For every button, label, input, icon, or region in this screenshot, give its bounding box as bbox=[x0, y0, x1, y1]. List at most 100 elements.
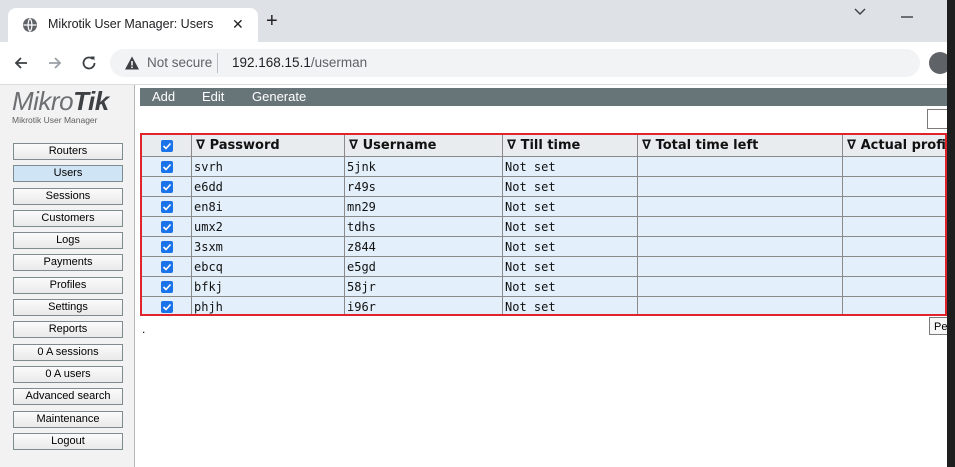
cell-till-time: Not set bbox=[502, 296, 638, 314]
cell-actual-profile bbox=[842, 296, 945, 314]
cell-password: phjh bbox=[191, 296, 345, 314]
security-label[interactable]: Not secure bbox=[147, 55, 212, 70]
footer-dot: . bbox=[142, 322, 146, 336]
sidebar: MikroTik Mikrotik User Manager Routers U… bbox=[0, 85, 135, 467]
cell-till-time: Not set bbox=[502, 256, 638, 277]
browser-window: Mikrotik User Manager: Users ✕ + Not sec… bbox=[0, 0, 947, 467]
reload-icon[interactable] bbox=[80, 54, 98, 72]
users-table: ∇ Password ∇ Username ∇ Till time ∇ Tota… bbox=[142, 135, 945, 314]
add-button[interactable]: Add bbox=[152, 89, 175, 104]
profile-avatar[interactable] bbox=[929, 52, 947, 74]
generate-button[interactable]: Generate bbox=[252, 89, 306, 104]
sidebar-item-settings[interactable]: Settings bbox=[13, 299, 123, 317]
cell-username[interactable]: mn29 bbox=[344, 196, 503, 217]
sidebar-item-active-sessions[interactable]: 0 A sessions bbox=[13, 343, 123, 361]
table-row[interactable]: e6dd r49s Not set bbox=[142, 176, 945, 197]
tab-close-icon[interactable]: ✕ bbox=[232, 16, 244, 33]
forward-arrow-icon[interactable] bbox=[46, 54, 64, 72]
sidebar-item-active-users[interactable]: 0 A users bbox=[13, 365, 123, 383]
sidebar-item-customers[interactable]: Customers bbox=[13, 209, 123, 227]
row-checkbox[interactable] bbox=[142, 276, 192, 297]
cell-total-time-left bbox=[637, 236, 843, 257]
select-all-checkbox[interactable] bbox=[142, 135, 192, 157]
cell-username[interactable]: 5jnk bbox=[344, 156, 503, 177]
new-tab-button[interactable]: + bbox=[266, 11, 278, 31]
column-header-actual-profile[interactable]: ∇ Actual profile bbox=[842, 135, 945, 157]
cell-username[interactable]: z844 bbox=[344, 236, 503, 257]
table-row[interactable]: 3sxm z844 Not set bbox=[142, 236, 945, 257]
tab-title: Mikrotik User Manager: Users bbox=[48, 17, 214, 31]
checkbox-checked-icon[interactable] bbox=[160, 281, 173, 293]
cell-username[interactable]: r49s bbox=[344, 176, 503, 197]
sidebar-item-advanced-search[interactable]: Advanced search bbox=[13, 388, 123, 406]
row-checkbox[interactable] bbox=[142, 256, 192, 277]
cell-till-time: Not set bbox=[502, 216, 638, 237]
cell-till-time: Not set bbox=[502, 276, 638, 297]
row-checkbox[interactable] bbox=[142, 216, 192, 237]
table-header-row: ∇ Password ∇ Username ∇ Till time ∇ Tota… bbox=[142, 135, 945, 157]
cell-till-time: Not set bbox=[502, 176, 638, 197]
row-checkbox[interactable] bbox=[142, 156, 192, 177]
sidebar-item-maintenance[interactable]: Maintenance bbox=[13, 410, 123, 428]
table-row[interactable]: bfkj 58jr Not set bbox=[142, 276, 945, 297]
column-header-till-time[interactable]: ∇ Till time bbox=[502, 135, 638, 157]
cell-username[interactable]: tdhs bbox=[344, 216, 503, 237]
logo-light-text: Mikro bbox=[12, 86, 74, 116]
checkbox-checked-icon[interactable] bbox=[160, 161, 173, 173]
checkbox-checked-icon[interactable] bbox=[160, 261, 173, 273]
logo-subtitle: Mikrotik User Manager bbox=[12, 115, 98, 125]
main-content: Add Edit Generate ∇ Password ∇ Username … bbox=[140, 85, 947, 467]
table-row[interactable]: umx2 tdhs Not set bbox=[142, 216, 945, 237]
cell-total-time-left bbox=[637, 276, 843, 297]
url-text[interactable]: 192.168.15.1/userman bbox=[232, 55, 367, 70]
column-header-password[interactable]: ∇ Password bbox=[191, 135, 345, 157]
sidebar-item-reports[interactable]: Reports bbox=[13, 321, 123, 339]
table-row[interactable]: ebcq e5gd Not set bbox=[142, 256, 945, 277]
table-row[interactable]: en8i mn29 Not set bbox=[142, 196, 945, 217]
sidebar-item-routers[interactable]: Routers bbox=[13, 143, 123, 160]
tab-search-chevron-icon[interactable] bbox=[852, 6, 868, 18]
cell-username[interactable]: 58jr bbox=[344, 276, 503, 297]
cell-actual-profile bbox=[842, 256, 945, 277]
sidebar-item-payments[interactable]: Payments bbox=[13, 254, 123, 272]
table-row[interactable]: phjh i96r Not set bbox=[142, 296, 945, 314]
column-header-total-time-left[interactable]: ∇ Total time left bbox=[637, 135, 843, 157]
row-checkbox[interactable] bbox=[142, 236, 192, 257]
cell-total-time-left bbox=[637, 176, 843, 197]
back-arrow-icon[interactable] bbox=[12, 54, 30, 72]
cell-username[interactable]: e5gd bbox=[344, 256, 503, 277]
row-checkbox[interactable] bbox=[142, 196, 192, 217]
minimize-icon[interactable] bbox=[900, 8, 914, 22]
cell-total-time-left bbox=[637, 196, 843, 217]
checkbox-checked-icon[interactable] bbox=[160, 241, 173, 253]
filter-input[interactable] bbox=[927, 109, 947, 129]
checkbox-checked-icon[interactable] bbox=[160, 301, 173, 313]
cell-total-time-left bbox=[637, 156, 843, 177]
cell-actual-profile bbox=[842, 196, 945, 217]
checkbox-checked-icon[interactable] bbox=[160, 201, 173, 213]
cell-username[interactable]: i96r bbox=[344, 296, 503, 314]
page-size-button[interactable]: Pe bbox=[929, 317, 947, 335]
checkbox-checked-icon[interactable] bbox=[160, 181, 173, 193]
browser-tab[interactable]: Mikrotik User Manager: Users ✕ bbox=[8, 8, 258, 42]
warning-icon bbox=[125, 56, 139, 70]
checkbox-checked-icon[interactable] bbox=[160, 221, 173, 233]
row-checkbox[interactable] bbox=[142, 296, 192, 314]
cell-password: ebcq bbox=[191, 256, 345, 277]
omnibox-divider bbox=[217, 53, 218, 73]
sidebar-item-users[interactable]: Users bbox=[13, 165, 123, 183]
sidebar-item-logs[interactable]: Logs bbox=[13, 232, 123, 250]
table-row[interactable]: svrh 5jnk Not set bbox=[142, 156, 945, 177]
cell-total-time-left bbox=[637, 216, 843, 237]
cell-actual-profile bbox=[842, 276, 945, 297]
sidebar-menu: Routers Users Sessions Customers Logs Pa… bbox=[13, 143, 123, 455]
row-checkbox[interactable] bbox=[142, 176, 192, 197]
sidebar-item-sessions[interactable]: Sessions bbox=[13, 187, 123, 205]
checkbox-checked-icon[interactable] bbox=[160, 139, 173, 152]
sidebar-item-logout[interactable]: Logout bbox=[13, 432, 123, 450]
sidebar-item-profiles[interactable]: Profiles bbox=[13, 276, 123, 294]
address-bar[interactable]: Not secure 192.168.15.1/userman bbox=[110, 49, 920, 77]
tab-strip: Mikrotik User Manager: Users ✕ + bbox=[0, 0, 947, 42]
column-header-username[interactable]: ∇ Username bbox=[344, 135, 503, 157]
edit-button[interactable]: Edit bbox=[202, 89, 224, 104]
